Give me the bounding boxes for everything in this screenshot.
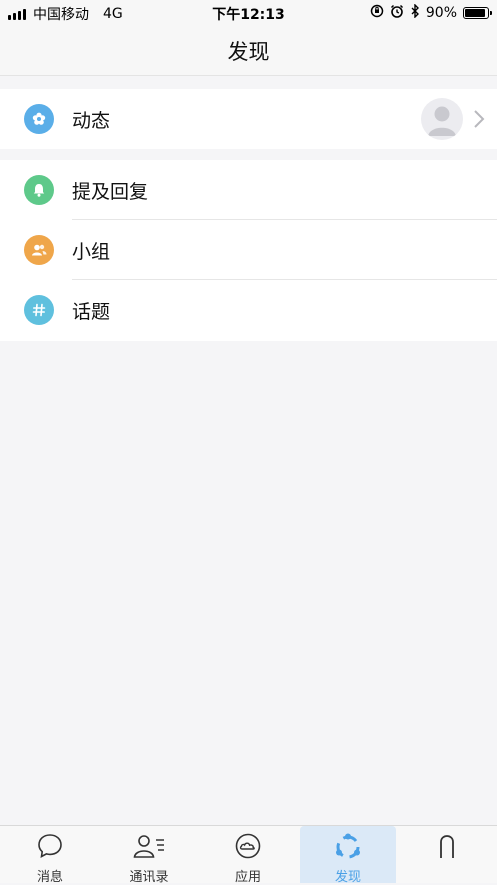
discover-list: 提及回复 小组 话题: [0, 160, 497, 341]
battery-level: [465, 9, 485, 17]
tab-apps[interactable]: 应用: [200, 826, 296, 885]
groups-row[interactable]: 小组: [0, 220, 497, 280]
cloud-app-icon: [234, 832, 262, 864]
tab-label: 应用: [234, 870, 261, 885]
chevron-right-icon: [473, 108, 485, 134]
status-right: 90%: [370, 3, 492, 22]
mentions-label: 提及回复: [72, 181, 149, 203]
tab-label: 通讯录: [129, 870, 169, 885]
topics-label: 话题: [72, 301, 111, 323]
contacts-icon: [132, 832, 166, 864]
navigation-bar: 发现: [0, 26, 497, 76]
feed-label: 动态: [72, 110, 111, 132]
groups-label: 小组: [72, 241, 111, 263]
status-bar: 中国移动 4G 下午12:13 90%: [0, 0, 497, 26]
flower-icon: [24, 104, 54, 134]
bell-icon: [24, 175, 54, 205]
chat-bubble-icon: [36, 832, 64, 864]
users-icon: [24, 235, 54, 265]
battery-percent: 90%: [425, 5, 457, 21]
tab-discover[interactable]: 发现: [300, 826, 396, 885]
tab-label: 消息: [36, 870, 63, 885]
tab-messages[interactable]: 消息: [2, 826, 98, 885]
rotation-lock-icon: [370, 4, 384, 22]
alarm-icon: [390, 4, 404, 22]
battery-icon: [463, 7, 492, 19]
tab-label: 发现: [334, 870, 361, 885]
feed-row[interactable]: 动态: [0, 89, 497, 149]
tab-bar: 消息 通讯录 应用 发现: [0, 825, 497, 885]
tab-contacts[interactable]: 通讯录: [101, 826, 197, 885]
feed-section: 动态: [0, 89, 497, 149]
topics-row[interactable]: 话题: [0, 280, 497, 340]
mentions-row[interactable]: 提及回复: [0, 160, 497, 220]
tab-profile[interactable]: [399, 826, 495, 883]
hashtag-icon: [24, 295, 54, 325]
page-title: 发现: [227, 40, 270, 64]
profile-icon: [433, 832, 461, 864]
discover-icon: [333, 832, 363, 866]
avatar: [421, 98, 463, 140]
bluetooth-icon: [410, 3, 420, 22]
